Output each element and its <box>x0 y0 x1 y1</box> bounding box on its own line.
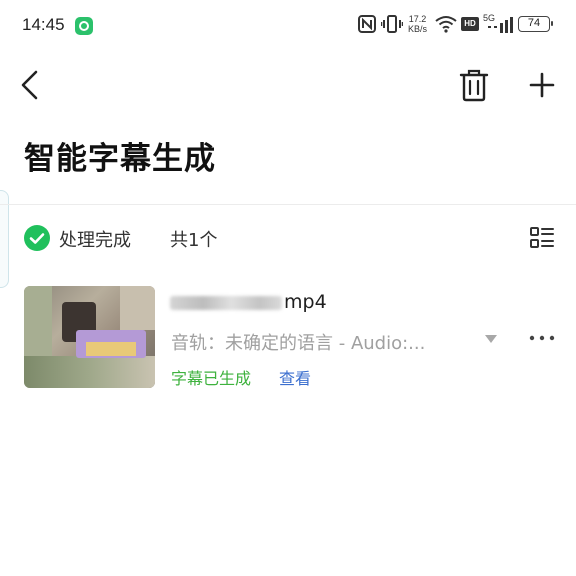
trash-icon <box>459 69 489 102</box>
network-speed: 17.2 KB/s <box>408 14 427 34</box>
network-speed-value: 17.2 <box>408 14 427 24</box>
more-horizontal-icon <box>529 335 555 341</box>
delete-button[interactable] <box>456 66 492 104</box>
subtitle-status-label: 字幕已生成 <box>171 369 252 388</box>
signal-icon <box>488 17 513 33</box>
file-name: mp4 <box>170 291 327 313</box>
audio-track-selector[interactable]: 音轨：未确定的语言 - Audio:... <box>171 329 471 355</box>
list-view-toggle[interactable] <box>528 224 556 252</box>
status-bar: 14:45 17.2 KB/s HD 5G 74 <box>0 0 576 52</box>
back-button[interactable] <box>14 66 48 104</box>
status-time: 14:45 <box>22 15 65 34</box>
list-view-icon <box>530 227 554 248</box>
file-list-item[interactable]: mp4 音轨：未确定的语言 - Audio:... 字幕已生成 查看 <box>0 278 576 398</box>
nfc-icon <box>358 15 376 33</box>
app-notification-icon <box>75 17 93 35</box>
item-count-label: 共1个 <box>170 230 218 251</box>
battery-indicator: 74 <box>518 16 553 32</box>
processing-status-label: 处理完成 <box>59 230 131 251</box>
chevron-left-icon <box>21 70 38 100</box>
plus-icon <box>529 72 555 98</box>
file-name-suffix: mp4 <box>284 291 327 313</box>
dropdown-arrow-icon[interactable] <box>484 334 498 344</box>
page-title: 智能字幕生成 <box>24 141 216 177</box>
video-thumbnail[interactable] <box>24 286 155 388</box>
check-circle-icon <box>24 225 50 251</box>
view-subtitle-link[interactable]: 查看 <box>279 365 311 389</box>
vibrate-icon <box>381 15 403 33</box>
section-divider <box>0 204 576 205</box>
add-button[interactable] <box>524 66 560 104</box>
hd-badge: HD <box>461 17 479 31</box>
wifi-icon <box>435 16 457 33</box>
more-options-button[interactable] <box>528 326 556 350</box>
redacted-filename <box>170 295 282 310</box>
network-speed-unit: KB/s <box>408 24 428 34</box>
